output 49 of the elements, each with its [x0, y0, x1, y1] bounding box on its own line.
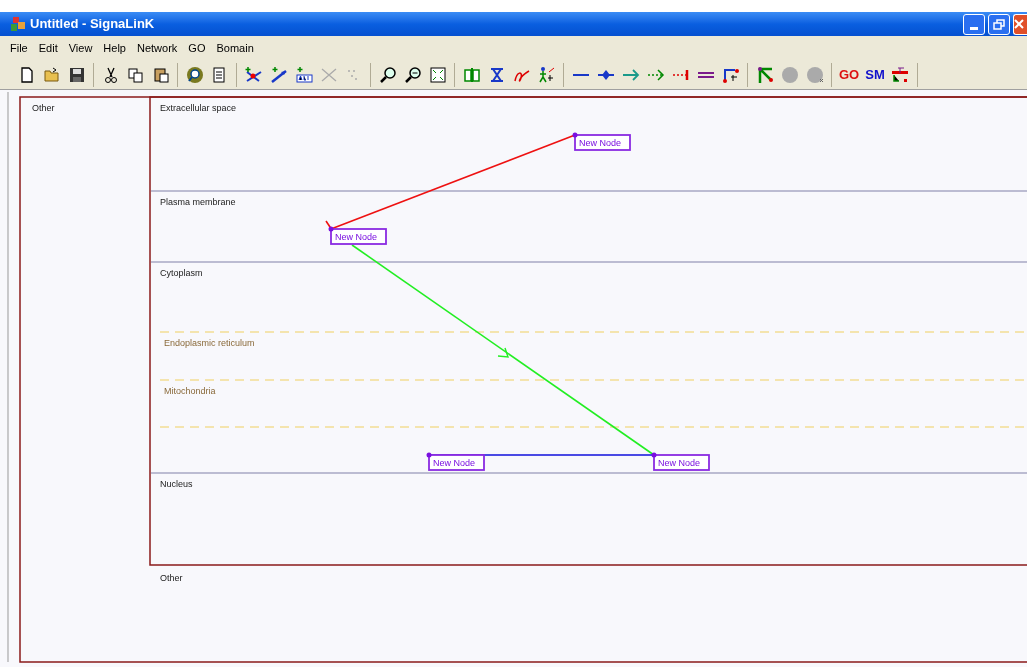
compartment-label: Mitochondria: [164, 386, 216, 396]
compartment-label: Cytoplasm: [160, 268, 203, 278]
network-node[interactable]: New Node: [328, 226, 387, 245]
paste-icon: [151, 65, 170, 84]
network-node[interactable]: New Node: [572, 132, 631, 151]
compartment-label: Extracellular space: [160, 103, 237, 113]
double-line-icon: [696, 71, 715, 78]
toolbar-button[interactable]: SM: [862, 62, 888, 87]
compartment-label: Plasma membrane: [160, 197, 236, 207]
restore-button[interactable]: [988, 13, 1010, 35]
menu-item[interactable]: Help: [103, 39, 126, 57]
add-node-icon: [244, 65, 263, 84]
add-edge-icon: [269, 65, 288, 84]
copy-icon: [126, 65, 145, 84]
menu-item[interactable]: Network: [137, 39, 178, 57]
close-button[interactable]: [1013, 13, 1027, 35]
minimize-icon: [970, 26, 978, 30]
add-text-icon: [294, 65, 313, 84]
zoom-in-icon: [378, 65, 397, 84]
tree-icon: [755, 65, 774, 84]
menu-item[interactable]: File: [10, 39, 28, 57]
line-icon: [571, 73, 590, 76]
menu-item[interactable]: Edit: [38, 39, 58, 57]
book-icon: [462, 65, 481, 84]
zoom-out-icon: [403, 65, 422, 84]
circle-icon: [805, 65, 824, 84]
network-canvas[interactable]: Other Extracellular space Plasma membrane Cytoplasm Endoplasmic reticulum Mitochondria Nucleus Other New Node New Node New Node New Node: [0, 90, 1027, 667]
inhibition-edge[interactable]: [325, 134, 576, 231]
restore-icon: [993, 18, 1005, 30]
toolbar-button[interactable]: GO: [836, 62, 863, 87]
save-icon: [67, 65, 86, 84]
region-label: Other: [160, 573, 183, 583]
fit-window-icon: [428, 65, 447, 84]
menu-item[interactable]: Bomain: [216, 39, 254, 57]
window-title: Untitled - SignaLinK: [30, 15, 155, 34]
compartment-label: Nucleus: [160, 479, 193, 489]
minimize-button[interactable]: [963, 13, 985, 35]
circle-icon: [780, 65, 799, 84]
network-node[interactable]: New Node: [426, 452, 485, 471]
menu-item[interactable]: GO: [188, 39, 206, 57]
menu-item[interactable]: View: [68, 39, 93, 57]
region-label: Other: [32, 103, 55, 113]
layout-icon: [890, 65, 911, 84]
magnifier-icon: [185, 65, 204, 84]
compartment-label: Endoplasmic reticulum: [164, 338, 255, 348]
close-icon: [1014, 19, 1024, 29]
app-icon: [10, 16, 26, 32]
network-node[interactable]: New Node: [651, 452, 710, 471]
open-folder-icon: [42, 65, 61, 84]
